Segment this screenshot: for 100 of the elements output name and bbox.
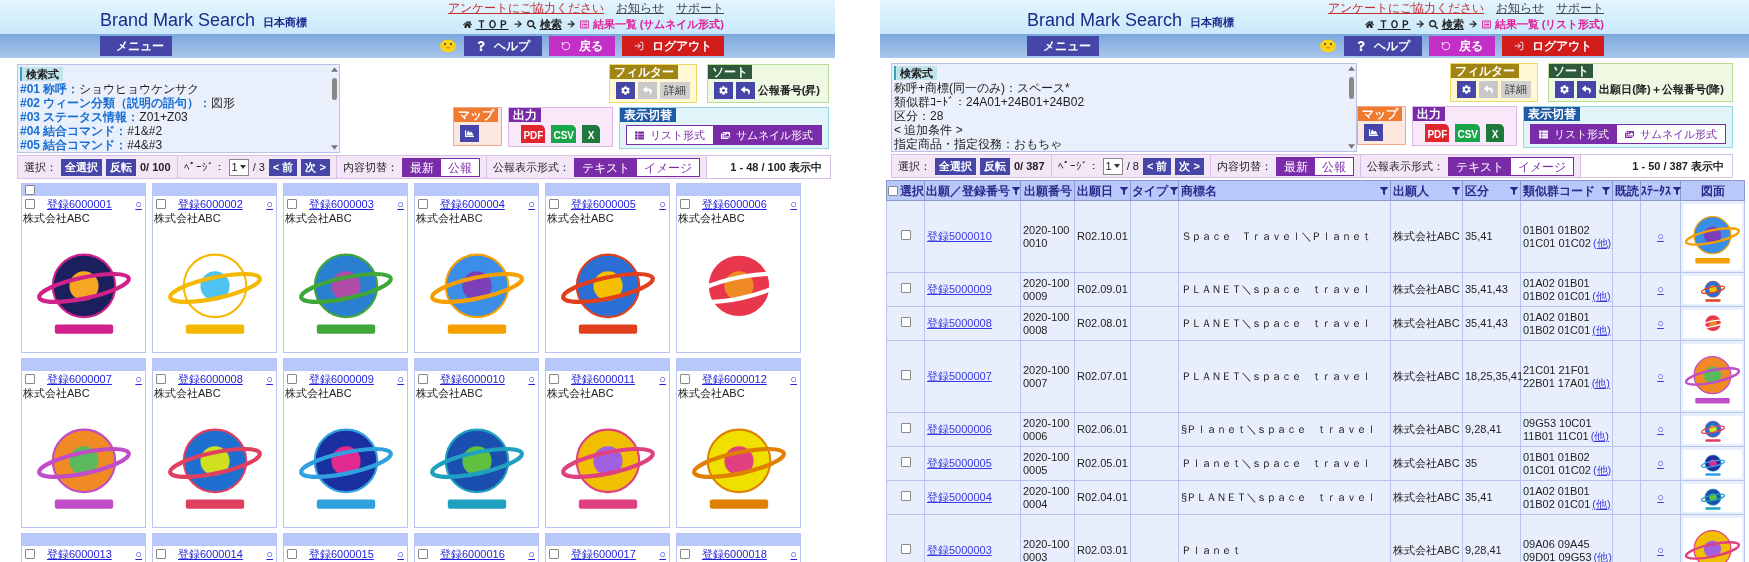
more-link[interactable]: (他): [1592, 289, 1611, 303]
checkbox[interactable]: [156, 548, 166, 559]
checkbox[interactable]: [25, 548, 35, 559]
breadcrumb-current[interactable]: 結果一覧 (リスト形式): [1494, 17, 1604, 31]
registration-link[interactable]: 登録6000016: [440, 546, 505, 561]
status-link[interactable]: ○: [135, 196, 142, 211]
help-button[interactable]: ヘルプ: [1344, 36, 1422, 56]
status-link[interactable]: ○: [790, 546, 797, 561]
status-link[interactable]: ○: [266, 371, 273, 386]
registration-link[interactable]: 登録5000007: [927, 370, 992, 382]
menu-button[interactable]: メニュー: [1027, 36, 1099, 56]
breadcrumb-link[interactable]: 検索: [1441, 17, 1464, 31]
status-link[interactable]: ○: [528, 371, 535, 386]
registration-link[interactable]: 登録6000004: [440, 196, 505, 211]
filter-icon[interactable]: [1452, 186, 1460, 195]
registration-link[interactable]: 登録6000017: [571, 546, 636, 561]
more-link[interactable]: (他): [1592, 236, 1612, 250]
select-all-button[interactable]: 全選択: [61, 158, 102, 176]
survey-link[interactable]: アンケートにご協力ください: [448, 1, 604, 15]
back-button[interactable]: 戻る: [549, 36, 615, 56]
checkbox[interactable]: [900, 544, 911, 554]
status-link[interactable]: ○: [135, 546, 142, 561]
status-link[interactable]: ○: [1657, 423, 1664, 435]
column-header[interactable]: 商標名: [1181, 181, 1217, 200]
checkbox[interactable]: [25, 373, 35, 384]
status-link[interactable]: ○: [1657, 230, 1664, 242]
page-select[interactable]: 1: [1102, 157, 1123, 175]
header-link[interactable]: サポート: [1556, 1, 1604, 15]
checkbox[interactable]: [287, 198, 297, 209]
view-toggle[interactable]: リスト形式: [1531, 125, 1617, 143]
status-link[interactable]: ○: [659, 196, 666, 211]
status-link[interactable]: ○: [790, 371, 797, 386]
more-link[interactable]: (他): [1592, 497, 1611, 511]
checkbox[interactable]: [287, 373, 297, 384]
checkbox[interactable]: [549, 198, 559, 209]
toggle-option[interactable]: テキスト: [1448, 157, 1511, 175]
logout-button[interactable]: ログアウト: [622, 36, 724, 56]
status-link[interactable]: ○: [528, 546, 535, 561]
status-link[interactable]: ○: [659, 371, 666, 386]
scroll-down-icon[interactable]: [330, 145, 338, 150]
more-link[interactable]: (他): [1592, 463, 1612, 477]
previous-button[interactable]: < 前: [1142, 157, 1172, 175]
select-all-checkbox[interactable]: [25, 185, 35, 195]
view-toggle[interactable]: サムネイル形式: [1617, 125, 1725, 143]
excel-export-button[interactable]: X: [1486, 124, 1504, 142]
undo-button[interactable]: [735, 82, 755, 99]
filter-icon[interactable]: [1120, 186, 1128, 195]
filter-icon[interactable]: [1169, 186, 1178, 195]
next-button[interactable]: 次 >: [1175, 157, 1204, 175]
registration-link[interactable]: 登録6000018: [702, 546, 767, 561]
settings-button[interactable]: [1457, 81, 1477, 98]
checkbox[interactable]: [680, 548, 690, 559]
checkbox[interactable]: [900, 457, 911, 467]
more-link[interactable]: (他): [1593, 550, 1612, 562]
filter-icon[interactable]: [1011, 186, 1020, 195]
status-link[interactable]: ○: [1657, 491, 1664, 503]
registration-link[interactable]: 登録6000012: [702, 371, 767, 386]
page-select[interactable]: 1: [228, 158, 249, 176]
registration-link[interactable]: 登録6000005: [571, 196, 636, 211]
status-link[interactable]: ○: [266, 546, 273, 561]
checkbox[interactable]: [418, 373, 428, 384]
toggle-option[interactable]: イメージ: [1510, 157, 1573, 175]
breadcrumb-current[interactable]: 結果一覧 (サムネイル形式): [592, 17, 724, 31]
survey-link[interactable]: アンケートにご協力ください: [1328, 1, 1484, 15]
registration-link[interactable]: 登録6000009: [309, 371, 374, 386]
checkbox[interactable]: [549, 373, 559, 384]
settings-button[interactable]: [615, 82, 635, 99]
chart-button[interactable]: [1364, 124, 1384, 141]
scroll-up-icon[interactable]: [1347, 66, 1355, 71]
toggle-option[interactable]: 最新: [1276, 157, 1315, 175]
checkbox[interactable]: [900, 491, 911, 501]
scroll-up-icon[interactable]: [330, 67, 338, 72]
status-link[interactable]: ○: [397, 196, 404, 211]
header-link[interactable]: お知らせ: [1496, 1, 1544, 15]
breadcrumb-link[interactable]: ＴＯＰ: [1377, 17, 1411, 31]
view-toggle[interactable]: リスト形式: [627, 126, 713, 144]
toggle-option[interactable]: 最新: [402, 158, 441, 176]
filter-icon[interactable]: [1602, 186, 1610, 195]
scrollbar-thumb[interactable]: [331, 78, 337, 100]
pdf-export-button[interactable]: PDF: [521, 125, 546, 143]
back-button[interactable]: 戻る: [1429, 36, 1495, 56]
status-link[interactable]: ○: [1657, 370, 1664, 382]
registration-link[interactable]: 登録6000002: [178, 196, 243, 211]
toggle-option[interactable]: 公報: [1314, 157, 1353, 175]
column-header[interactable]: 既読: [1614, 181, 1639, 200]
registration-link[interactable]: 登録6000003: [309, 196, 374, 211]
status-link[interactable]: ○: [1657, 283, 1664, 295]
filter-icon[interactable]: [1510, 186, 1518, 195]
registration-link[interactable]: 登録5000010: [927, 230, 992, 242]
pdf-export-button[interactable]: PDF: [1425, 124, 1450, 142]
checkbox[interactable]: [900, 370, 911, 380]
checkbox[interactable]: [418, 548, 428, 559]
checkbox[interactable]: [900, 230, 911, 240]
more-link[interactable]: (他): [1592, 323, 1611, 337]
chart-button[interactable]: [460, 125, 480, 142]
registration-link[interactable]: 登録5000003: [927, 544, 992, 556]
checkbox[interactable]: [25, 198, 35, 209]
undo-button[interactable]: [1577, 81, 1597, 98]
status-link[interactable]: ○: [528, 196, 535, 211]
select-all-checkbox[interactable]: [887, 185, 898, 196]
